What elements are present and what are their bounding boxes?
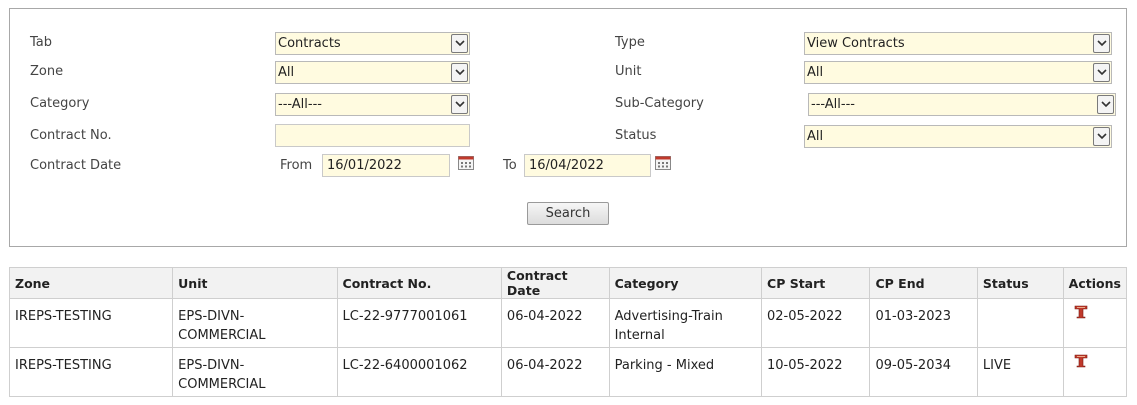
- cell-status: [976, 298, 1064, 348]
- date-to-label: To: [503, 158, 517, 173]
- table-row: IREPS-TESTING EPS-DIVN- COMMERCIAL LC-22…: [8, 298, 1128, 348]
- search-button[interactable]: Search: [527, 202, 609, 225]
- cell-actions: [1062, 347, 1128, 397]
- cell-category: Advertising-Train Internal: [608, 298, 763, 348]
- type-label: Type: [615, 35, 645, 50]
- status-select[interactable]: All: [804, 125, 1112, 148]
- cell-cp-end: 01-03-2023: [869, 298, 978, 348]
- cell-zone: IREPS-TESTING: [8, 347, 174, 397]
- cell-category: Parking - Mixed: [608, 347, 763, 397]
- column-header-zone: Zone: [8, 267, 174, 299]
- table-header-row: Zone Unit Contract No. Contract Date Cat…: [8, 267, 1128, 299]
- chevron-down-icon: [1097, 95, 1114, 114]
- zone-label: Zone: [30, 64, 64, 79]
- contract-no-label: Contract No.: [30, 128, 112, 143]
- edit-t-icon[interactable]: [1074, 305, 1088, 319]
- calendar-icon[interactable]: [655, 156, 671, 170]
- chevron-down-icon: [451, 34, 468, 53]
- cell-actions: [1062, 298, 1128, 348]
- cell-status: LIVE: [976, 347, 1064, 397]
- cell-zone: IREPS-TESTING: [8, 298, 174, 348]
- column-header-contract-no: Contract No.: [336, 267, 502, 299]
- contract-date-label: Contract Date: [30, 158, 122, 173]
- column-header-category: Category: [608, 267, 763, 299]
- type-select-value: View Contracts: [807, 36, 905, 51]
- column-header-unit: Unit: [172, 267, 338, 299]
- type-select[interactable]: View Contracts: [804, 32, 1112, 55]
- contract-no-input[interactable]: [275, 124, 470, 147]
- cell-unit: EPS-DIVN- COMMERCIAL: [172, 347, 338, 397]
- tab-select[interactable]: Contracts: [275, 32, 470, 55]
- column-header-contract-date: Contract Date: [500, 267, 610, 299]
- chevron-down-icon: [451, 63, 468, 82]
- cell-cp-start: 02-05-2022: [761, 298, 871, 348]
- tab-select-value: Contracts: [278, 36, 341, 51]
- contracts-table: Zone Unit Contract No. Contract Date Cat…: [8, 267, 1128, 397]
- cell-contract-date: 06-04-2022: [500, 347, 610, 397]
- column-header-cp-end: CP End: [869, 267, 978, 299]
- cell-cp-start: 10-05-2022: [761, 347, 871, 397]
- tab-label: Tab: [30, 35, 53, 50]
- chevron-down-icon: [451, 95, 468, 114]
- cell-unit: EPS-DIVN- COMMERCIAL: [172, 298, 338, 348]
- zone-select[interactable]: All: [275, 61, 470, 84]
- cell-contract-no: LC-22-9777001061: [336, 298, 502, 348]
- column-header-cp-start: CP Start: [761, 267, 871, 299]
- unit-select[interactable]: All: [804, 61, 1112, 84]
- date-from-label: From: [280, 158, 313, 173]
- unit-label: Unit: [615, 64, 642, 79]
- category-select[interactable]: ---All---: [275, 93, 470, 116]
- column-header-actions: Actions: [1062, 267, 1128, 299]
- calendar-icon[interactable]: [458, 156, 474, 170]
- chevron-down-icon: [1093, 34, 1110, 53]
- cell-contract-no: LC-22-6400001062: [336, 347, 502, 397]
- category-select-value: ---All---: [278, 97, 322, 112]
- subcategory-label: Sub-Category: [615, 96, 704, 111]
- cell-cp-end: 09-05-2034: [869, 347, 978, 397]
- subcategory-select-value: ---All---: [811, 97, 855, 112]
- cell-contract-date: 06-04-2022: [500, 298, 610, 348]
- date-to-input[interactable]: 16/04/2022: [524, 154, 651, 177]
- subcategory-select[interactable]: ---All---: [808, 93, 1116, 116]
- status-label: Status: [615, 128, 657, 143]
- zone-select-value: All: [278, 65, 295, 80]
- table-row: IREPS-TESTING EPS-DIVN- COMMERCIAL LC-22…: [8, 347, 1128, 397]
- date-from-input[interactable]: 16/01/2022: [322, 154, 450, 177]
- chevron-down-icon: [1093, 63, 1110, 82]
- chevron-down-icon: [1093, 127, 1110, 146]
- unit-select-value: All: [807, 65, 824, 80]
- edit-t-icon[interactable]: [1074, 354, 1088, 368]
- status-select-value: All: [807, 129, 824, 144]
- column-header-status: Status: [976, 267, 1064, 299]
- category-label: Category: [30, 96, 90, 111]
